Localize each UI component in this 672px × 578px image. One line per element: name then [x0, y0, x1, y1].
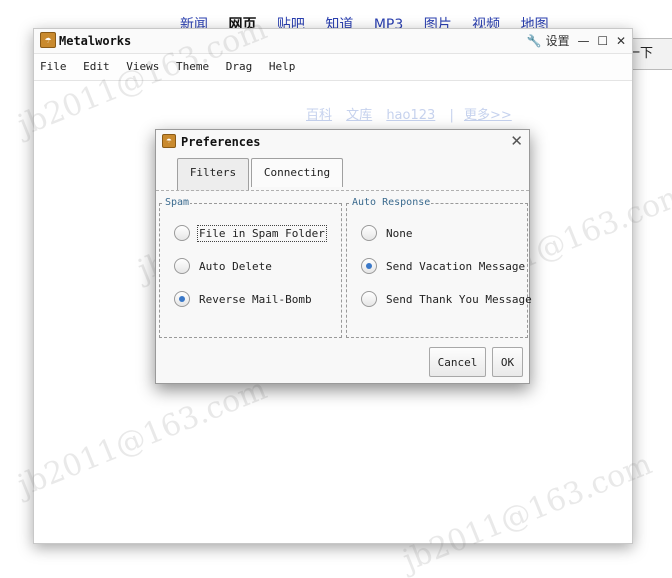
wrench-icon[interactable]: 🔧 [527, 34, 542, 48]
radio-button-selected[interactable] [361, 258, 377, 274]
bg-link: hao123 [386, 108, 436, 123]
tab-filters[interactable]: Filters [177, 158, 249, 191]
dialog-title: Preferences [181, 135, 261, 149]
radio-none[interactable]: None [361, 225, 413, 243]
bg-link-separator: | [449, 108, 454, 123]
radio-button[interactable] [361, 291, 377, 307]
title-controls: 🔧 设置 — ☐ ✕ [523, 32, 626, 49]
menu-bar: File Edit Views Theme Drag Help [34, 53, 632, 81]
menu-edit[interactable]: Edit [83, 54, 110, 80]
radio-send-vacation-message[interactable]: Send Vacation Message [361, 258, 525, 276]
radio-button[interactable] [174, 258, 190, 274]
minimize-icon[interactable]: — [578, 34, 590, 48]
window-title: Metalworks [59, 34, 132, 48]
ok-button[interactable]: OK [492, 347, 523, 377]
spam-group: Spam File in Spam Folder Auto Delete Rev… [159, 197, 342, 338]
radio-label: File in Spam Folder [197, 224, 327, 242]
radio-send-thank-you-message[interactable]: Send Thank You Message [361, 291, 532, 309]
radio-label: Send Vacation Message [386, 259, 526, 273]
menu-help[interactable]: Help [269, 54, 296, 80]
radio-label: Send Thank You Message [386, 292, 532, 306]
group-title-spam: Spam [164, 197, 191, 208]
menu-drag[interactable]: Drag [226, 54, 253, 80]
radio-label: Reverse Mail-Bomb [199, 292, 312, 306]
auto-response-group: Auto Response None Send Vacation Message… [346, 197, 532, 338]
menu-theme[interactable]: Theme [176, 54, 209, 80]
tab-divider [156, 190, 529, 191]
settings-label[interactable]: 设置 [546, 34, 570, 48]
bg-link: 百科 [306, 108, 333, 123]
preferences-dialog: ☂ Preferences ✕ Filters Connecting Spam … [155, 129, 532, 384]
background-links: 百科 文库 hao123 | 更多>> [306, 104, 522, 123]
menu-file[interactable]: File [40, 54, 67, 80]
radio-file-in-spam-folder[interactable]: File in Spam Folder [174, 224, 327, 243]
close-icon[interactable]: ✕ [510, 132, 523, 150]
umbrella-icon: ☂ [162, 134, 176, 148]
maximize-icon[interactable]: ☐ [597, 34, 608, 48]
window-title-bar[interactable]: ☂ Metalworks 🔧 设置 — ☐ ✕ [34, 29, 632, 53]
radio-button[interactable] [174, 225, 190, 241]
umbrella-icon: ☂ [40, 32, 56, 48]
radio-auto-delete[interactable]: Auto Delete [174, 258, 272, 276]
radio-label: None [386, 226, 413, 240]
radio-reverse-mail-bomb[interactable]: Reverse Mail-Bomb [174, 291, 312, 309]
radio-label: Auto Delete [199, 259, 272, 273]
radio-button-selected[interactable] [174, 291, 190, 307]
group-title-auto-response: Auto Response [351, 197, 432, 208]
menu-views[interactable]: Views [126, 54, 159, 80]
close-icon[interactable]: ✕ [616, 34, 626, 48]
cancel-button[interactable]: Cancel [429, 347, 486, 377]
bg-link: 更多>> [463, 108, 512, 123]
tab-connecting[interactable]: Connecting [251, 158, 343, 187]
bg-link: 文库 [346, 108, 373, 123]
dialog-title-bar[interactable]: ☂ Preferences ✕ [156, 130, 529, 154]
radio-button[interactable] [361, 225, 377, 241]
